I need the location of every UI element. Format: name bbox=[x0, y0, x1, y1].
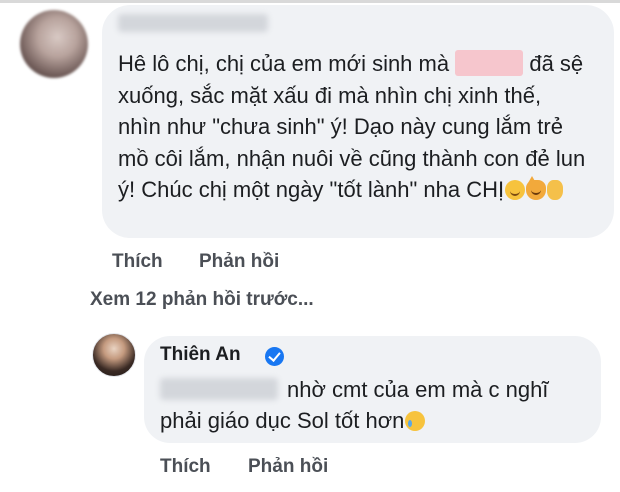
smirking-cat-emoji-icon bbox=[526, 176, 547, 200]
comment-like-button[interactable]: Thích bbox=[112, 251, 163, 273]
reply-author-name[interactable]: Thiên An bbox=[160, 344, 241, 366]
smirk-emoji-icon bbox=[505, 180, 526, 200]
ok-hand-emoji-icon bbox=[547, 180, 564, 200]
comment-reply-button[interactable]: Phản hồi bbox=[199, 251, 279, 273]
reply-reply-button[interactable]: Phản hồi bbox=[248, 456, 328, 478]
verified-badge-icon bbox=[265, 347, 284, 366]
comment-text: Hê lô chị, chị của em mới sinh mà đã sệ … bbox=[118, 48, 588, 206]
reply-like-button[interactable]: Thích bbox=[160, 456, 211, 478]
screenshot-frame-edge bbox=[0, 0, 620, 3]
reply-text-content: nhờ cmt của em mà c nghĩ phải giáo dục S… bbox=[160, 377, 549, 433]
redacted-mention bbox=[455, 50, 524, 76]
comment-text-part-1: Hê lô chị, chị của em mới sinh mà bbox=[118, 51, 450, 76]
commenter-name-redacted bbox=[118, 14, 268, 32]
crying-face-emoji-icon bbox=[405, 411, 426, 431]
commenter-avatar[interactable] bbox=[20, 10, 88, 78]
reply-author-avatar[interactable] bbox=[92, 333, 136, 377]
reply-text: nhờ cmt của em mà c nghĩ phải giáo dục S… bbox=[160, 374, 580, 436]
view-previous-replies-link[interactable]: Xem 12 phản hồi trước... bbox=[90, 289, 314, 311]
